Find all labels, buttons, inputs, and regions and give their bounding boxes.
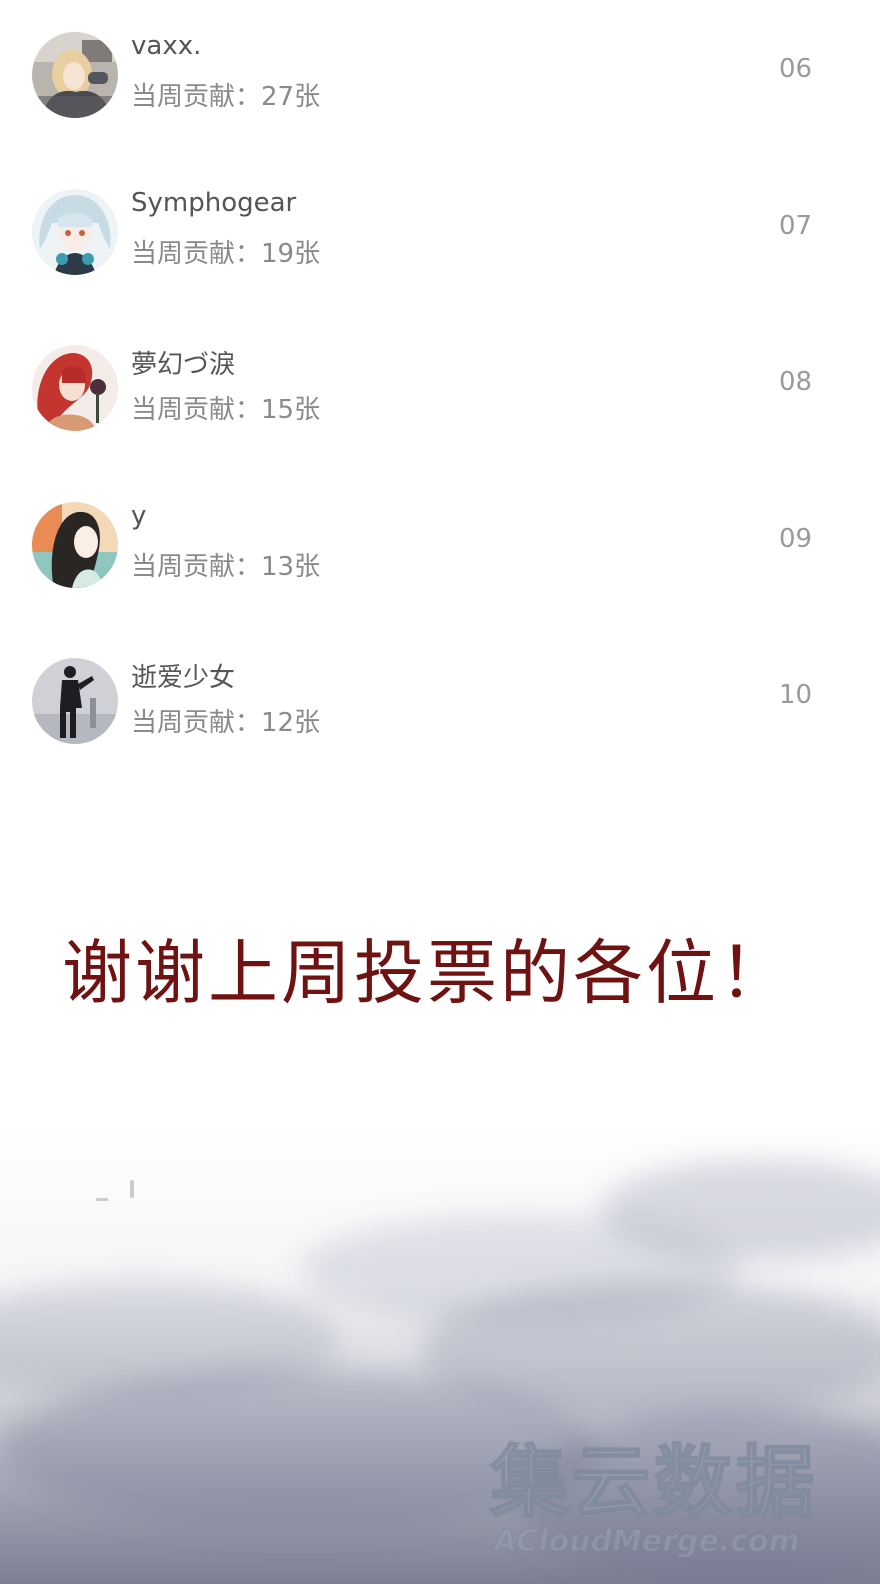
weekly-contribution: 当周贡献：19张 (131, 239, 321, 269)
avatar-silhouette-figure-icon[interactable] (32, 658, 118, 744)
weekly-contribution: 当周贡献：13张 (131, 552, 321, 582)
weekly-contribution: 当周贡献：12张 (131, 708, 321, 738)
user-name: 逝爱少女 (131, 663, 236, 693)
thanks-heading: 谢谢上周投票的各位！ (62, 932, 792, 1014)
avatar-girl-silver-hair-icon[interactable] (32, 189, 118, 275)
rank-number: 06 (779, 54, 813, 84)
watermark-cn-text: 集云数据 (489, 1437, 819, 1529)
avatar-girl-red-hair-rose-icon[interactable] (32, 345, 118, 431)
ranking-row[interactable]: 逝爱少女 当周贡献：12张 10 (0, 658, 880, 768)
ranking-row[interactable]: Symphogear 当周贡献：19张 07 (0, 188, 880, 299)
weekly-contribution: 当周贡献：15张 (131, 395, 321, 425)
avatar-girl-black-hair-icon[interactable] (32, 502, 118, 588)
rank-number: 08 (779, 367, 813, 397)
comic-page: vaxx. 当周贡献：27张 06 Symphogear 当周贡献：19张 07… (0, 0, 880, 1584)
user-name: vaxx. (131, 31, 202, 61)
ranking-row[interactable]: y 当周贡献：13张 09 (0, 501, 880, 612)
weekly-contribution: 当周贡献：27张 (131, 82, 321, 112)
user-name: 夢幻づ淚 (131, 350, 236, 380)
watermark-logo: 集云数据 ACloudMerge.com (489, 1420, 870, 1580)
ranking-row[interactable]: 夢幻づ淚 当周贡献：15张 08 (0, 345, 880, 455)
rank-number: 07 (779, 211, 813, 241)
rank-number: 09 (779, 524, 813, 554)
rank-number: 10 (779, 680, 813, 710)
watermark-en-text: ACloudMerge.com (494, 1524, 801, 1560)
ranking-row[interactable]: vaxx. 当周贡献：27张 06 (0, 31, 880, 142)
user-name: Symphogear (131, 188, 297, 218)
avatar-girl-blonde-icon[interactable] (32, 32, 118, 118)
user-name: y (131, 501, 147, 531)
